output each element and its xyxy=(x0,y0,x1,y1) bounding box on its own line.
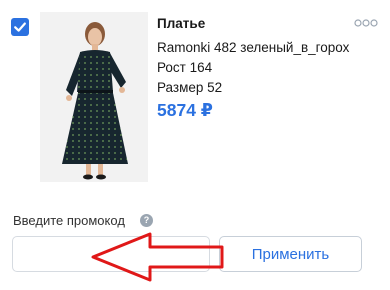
apply-promo-button[interactable]: Применить xyxy=(219,236,362,272)
product-title[interactable]: Платье xyxy=(157,16,205,31)
promo-label: Введите промокод xyxy=(13,213,125,228)
product-height: Рост 164 xyxy=(157,60,213,75)
help-icon[interactable]: ? xyxy=(140,214,153,227)
more-options-button[interactable] xyxy=(352,14,380,32)
more-dots-icon xyxy=(354,19,378,27)
dress-photo xyxy=(62,22,128,180)
product-size: Размер 52 xyxy=(157,80,223,95)
product-price: 5874 ₽ xyxy=(157,100,213,120)
promo-code-input[interactable] xyxy=(12,236,210,272)
item-select-checkbox[interactable] xyxy=(11,18,29,36)
product-image[interactable] xyxy=(40,12,148,182)
check-icon xyxy=(11,18,29,36)
product-variant: Ramonki 482 зеленый_в_горох xyxy=(157,40,350,55)
